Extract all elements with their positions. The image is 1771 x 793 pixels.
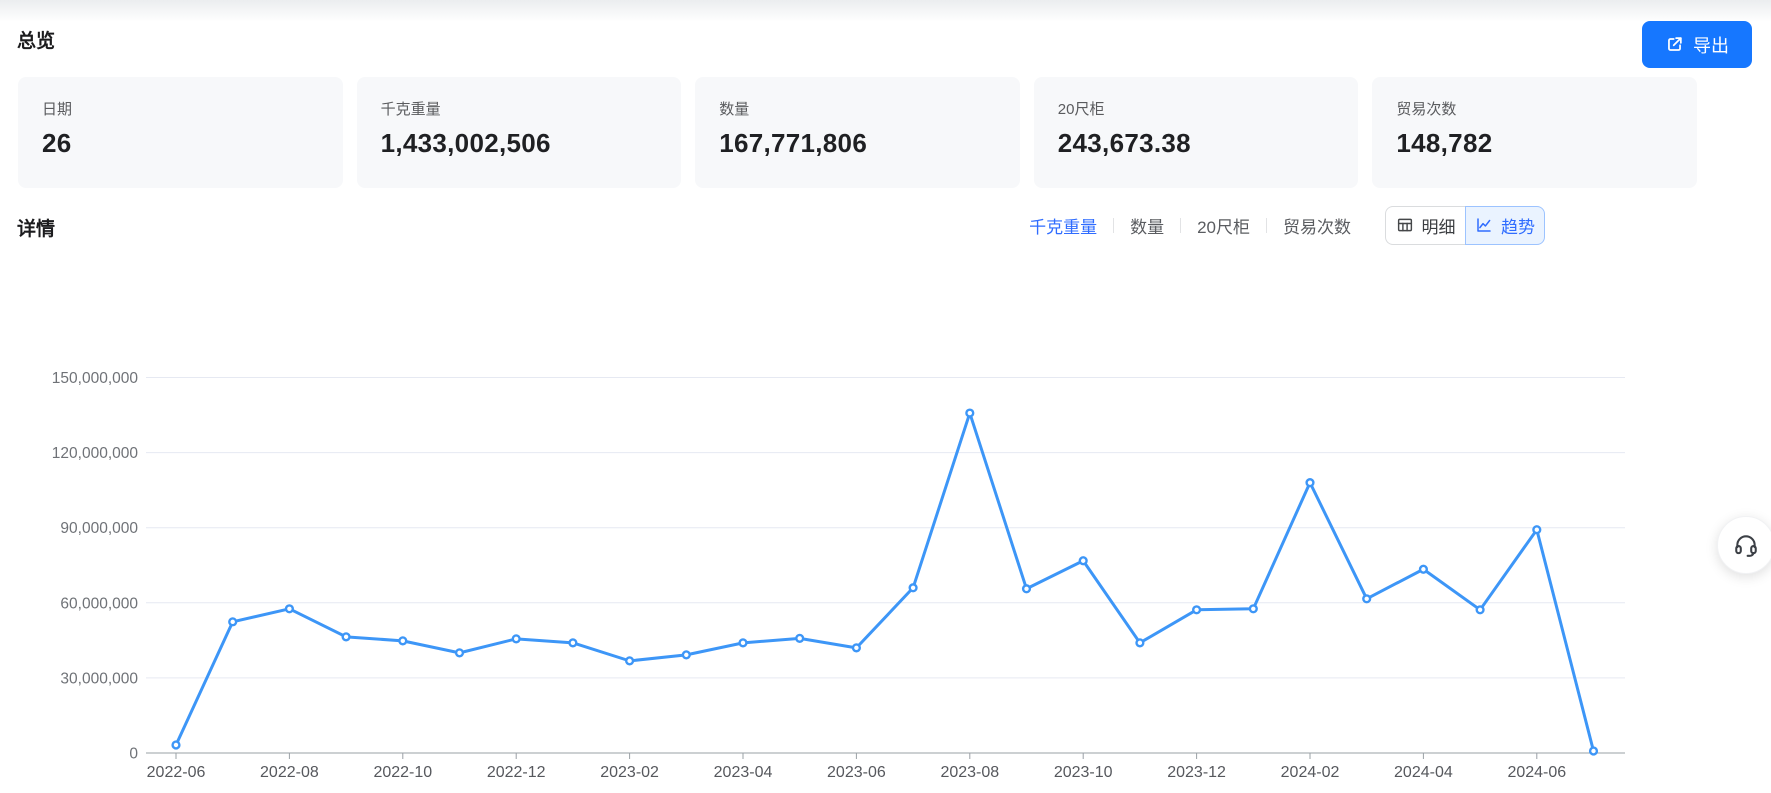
view-detail-button[interactable]: 明细 [1385,206,1465,245]
detail-controls: 千克重量 数量 20尺柜 贸易次数 明细 [1029,200,1545,250]
svg-text:60,000,000: 60,000,000 [60,595,138,612]
svg-text:2023-02: 2023-02 [600,764,659,781]
svg-text:2022-08: 2022-08 [260,764,319,781]
export-icon [1665,35,1684,54]
tab-separator [1180,218,1181,233]
stat-cards-row: 日期 26 千克重量 1,433,002,506 数量 167,771,806 … [18,77,1697,188]
export-button[interactable]: 导出 [1642,21,1752,68]
tab-separator [1266,218,1267,233]
stat-value: 167,771,806 [719,128,996,159]
svg-text:0: 0 [129,746,138,763]
tab-trade-count[interactable]: 贸易次数 [1283,213,1351,238]
stat-card-trade-count: 贸易次数 148,782 [1372,77,1697,188]
svg-text:2022-12: 2022-12 [487,764,546,781]
export-label: 导出 [1693,32,1729,58]
svg-text:2023-10: 2023-10 [1054,764,1113,781]
view-trend-label: 趋势 [1501,213,1535,238]
stat-label: 20尺柜 [1058,98,1335,119]
svg-text:2022-06: 2022-06 [147,764,206,781]
detail-header-row: 详情 千克重量 数量 20尺柜 贸易次数 明细 [0,200,1771,250]
tab-kg-weight[interactable]: 千克重量 [1029,213,1097,238]
stat-label: 贸易次数 [1396,98,1673,119]
view-trend-button[interactable]: 趋势 [1465,206,1545,245]
trend-icon [1475,216,1493,234]
svg-text:2024-04: 2024-04 [1394,764,1453,781]
stat-label: 数量 [719,98,996,119]
svg-text:120,000,000: 120,000,000 [52,445,139,462]
svg-text:2022-10: 2022-10 [373,764,432,781]
stat-card-date: 日期 26 [18,77,343,188]
customer-service-button[interactable] [1717,516,1771,574]
svg-text:2023-06: 2023-06 [827,764,886,781]
tab-separator [1113,218,1114,233]
tab-20ft-container[interactable]: 20尺柜 [1197,213,1250,238]
detail-title: 详情 [17,214,55,241]
stat-value: 26 [42,128,319,159]
stat-value: 148,782 [1396,128,1673,159]
top-gradient [0,0,1771,22]
stat-card-20ft-container: 20尺柜 243,673.38 [1034,77,1359,188]
svg-text:2024-06: 2024-06 [1507,764,1566,781]
svg-text:150,000,000: 150,000,000 [52,370,139,387]
headset-icon [1733,532,1759,558]
svg-text:30,000,000: 30,000,000 [60,670,138,687]
tab-quantity[interactable]: 数量 [1130,213,1164,238]
table-icon [1396,216,1414,234]
svg-text:2024-02: 2024-02 [1281,764,1340,781]
svg-text:2023-08: 2023-08 [940,764,999,781]
stat-card-quantity: 数量 167,771,806 [695,77,1020,188]
metric-tabs: 千克重量 数量 20尺柜 贸易次数 [1029,213,1351,238]
stat-label: 日期 [42,98,319,119]
page-title: 总览 [17,26,55,53]
svg-text:2023-04: 2023-04 [714,764,773,781]
stat-value: 243,673.38 [1058,128,1335,159]
svg-text:90,000,000: 90,000,000 [60,520,138,537]
stat-value: 1,433,002,506 [381,128,658,159]
svg-text:2023-12: 2023-12 [1167,764,1226,781]
view-detail-label: 明细 [1422,213,1456,238]
stat-label: 千克重量 [381,98,658,119]
view-toggle: 明细 趋势 [1385,206,1545,245]
stat-card-kg-weight: 千克重量 1,433,002,506 [357,77,682,188]
